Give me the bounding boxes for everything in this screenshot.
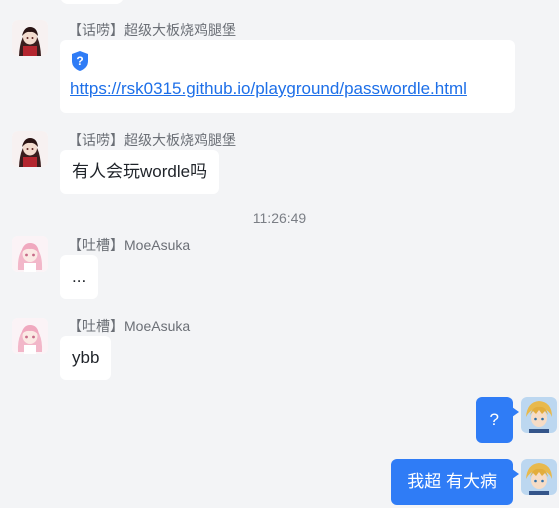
message-link[interactable]: https://rsk0315.github.io/playground/pas… [70,79,467,98]
avatar[interactable] [12,131,48,167]
sender-name: 【话唠】超级大板烧鸡腿堡 [68,22,236,38]
message-bubble[interactable]: ybb [60,336,112,380]
bubble-tail [512,407,519,417]
message-bubble[interactable]: ? https://rsk0315.github.io/playground/p… [60,40,515,113]
timestamp: 11:26:49 [252,210,307,226]
message-bubble[interactable]: 有人会玩wordle吗 [60,150,220,194]
svg-text:?: ? [76,54,83,68]
avatar[interactable] [12,236,48,272]
avatar[interactable] [521,459,557,495]
avatar[interactable] [521,397,557,433]
avatar[interactable] [12,318,48,354]
chat-window: 【话唠】超级大板烧鸡腿堡 ? https://rsk0315.github.io… [0,0,559,508]
message-bubble[interactable]: ... [60,255,99,299]
sender-name: 【吐槽】MoeAsuka [68,237,191,253]
question-shield-icon: ? [70,50,90,72]
avatar[interactable] [12,20,48,56]
bubble-tail [512,469,519,479]
message-bubble[interactable]: ? [475,397,519,443]
sender-name: 【吐槽】MoeAsuka [68,318,191,334]
sender-name: 【话唠】超级大板烧鸡腿堡 [68,132,236,148]
message-text: ? [489,410,499,429]
message-bubble[interactable]: 我超 有大病 [391,459,519,505]
previous-message-fragment [60,0,124,4]
message-text: 我超 有大病 [407,472,497,491]
